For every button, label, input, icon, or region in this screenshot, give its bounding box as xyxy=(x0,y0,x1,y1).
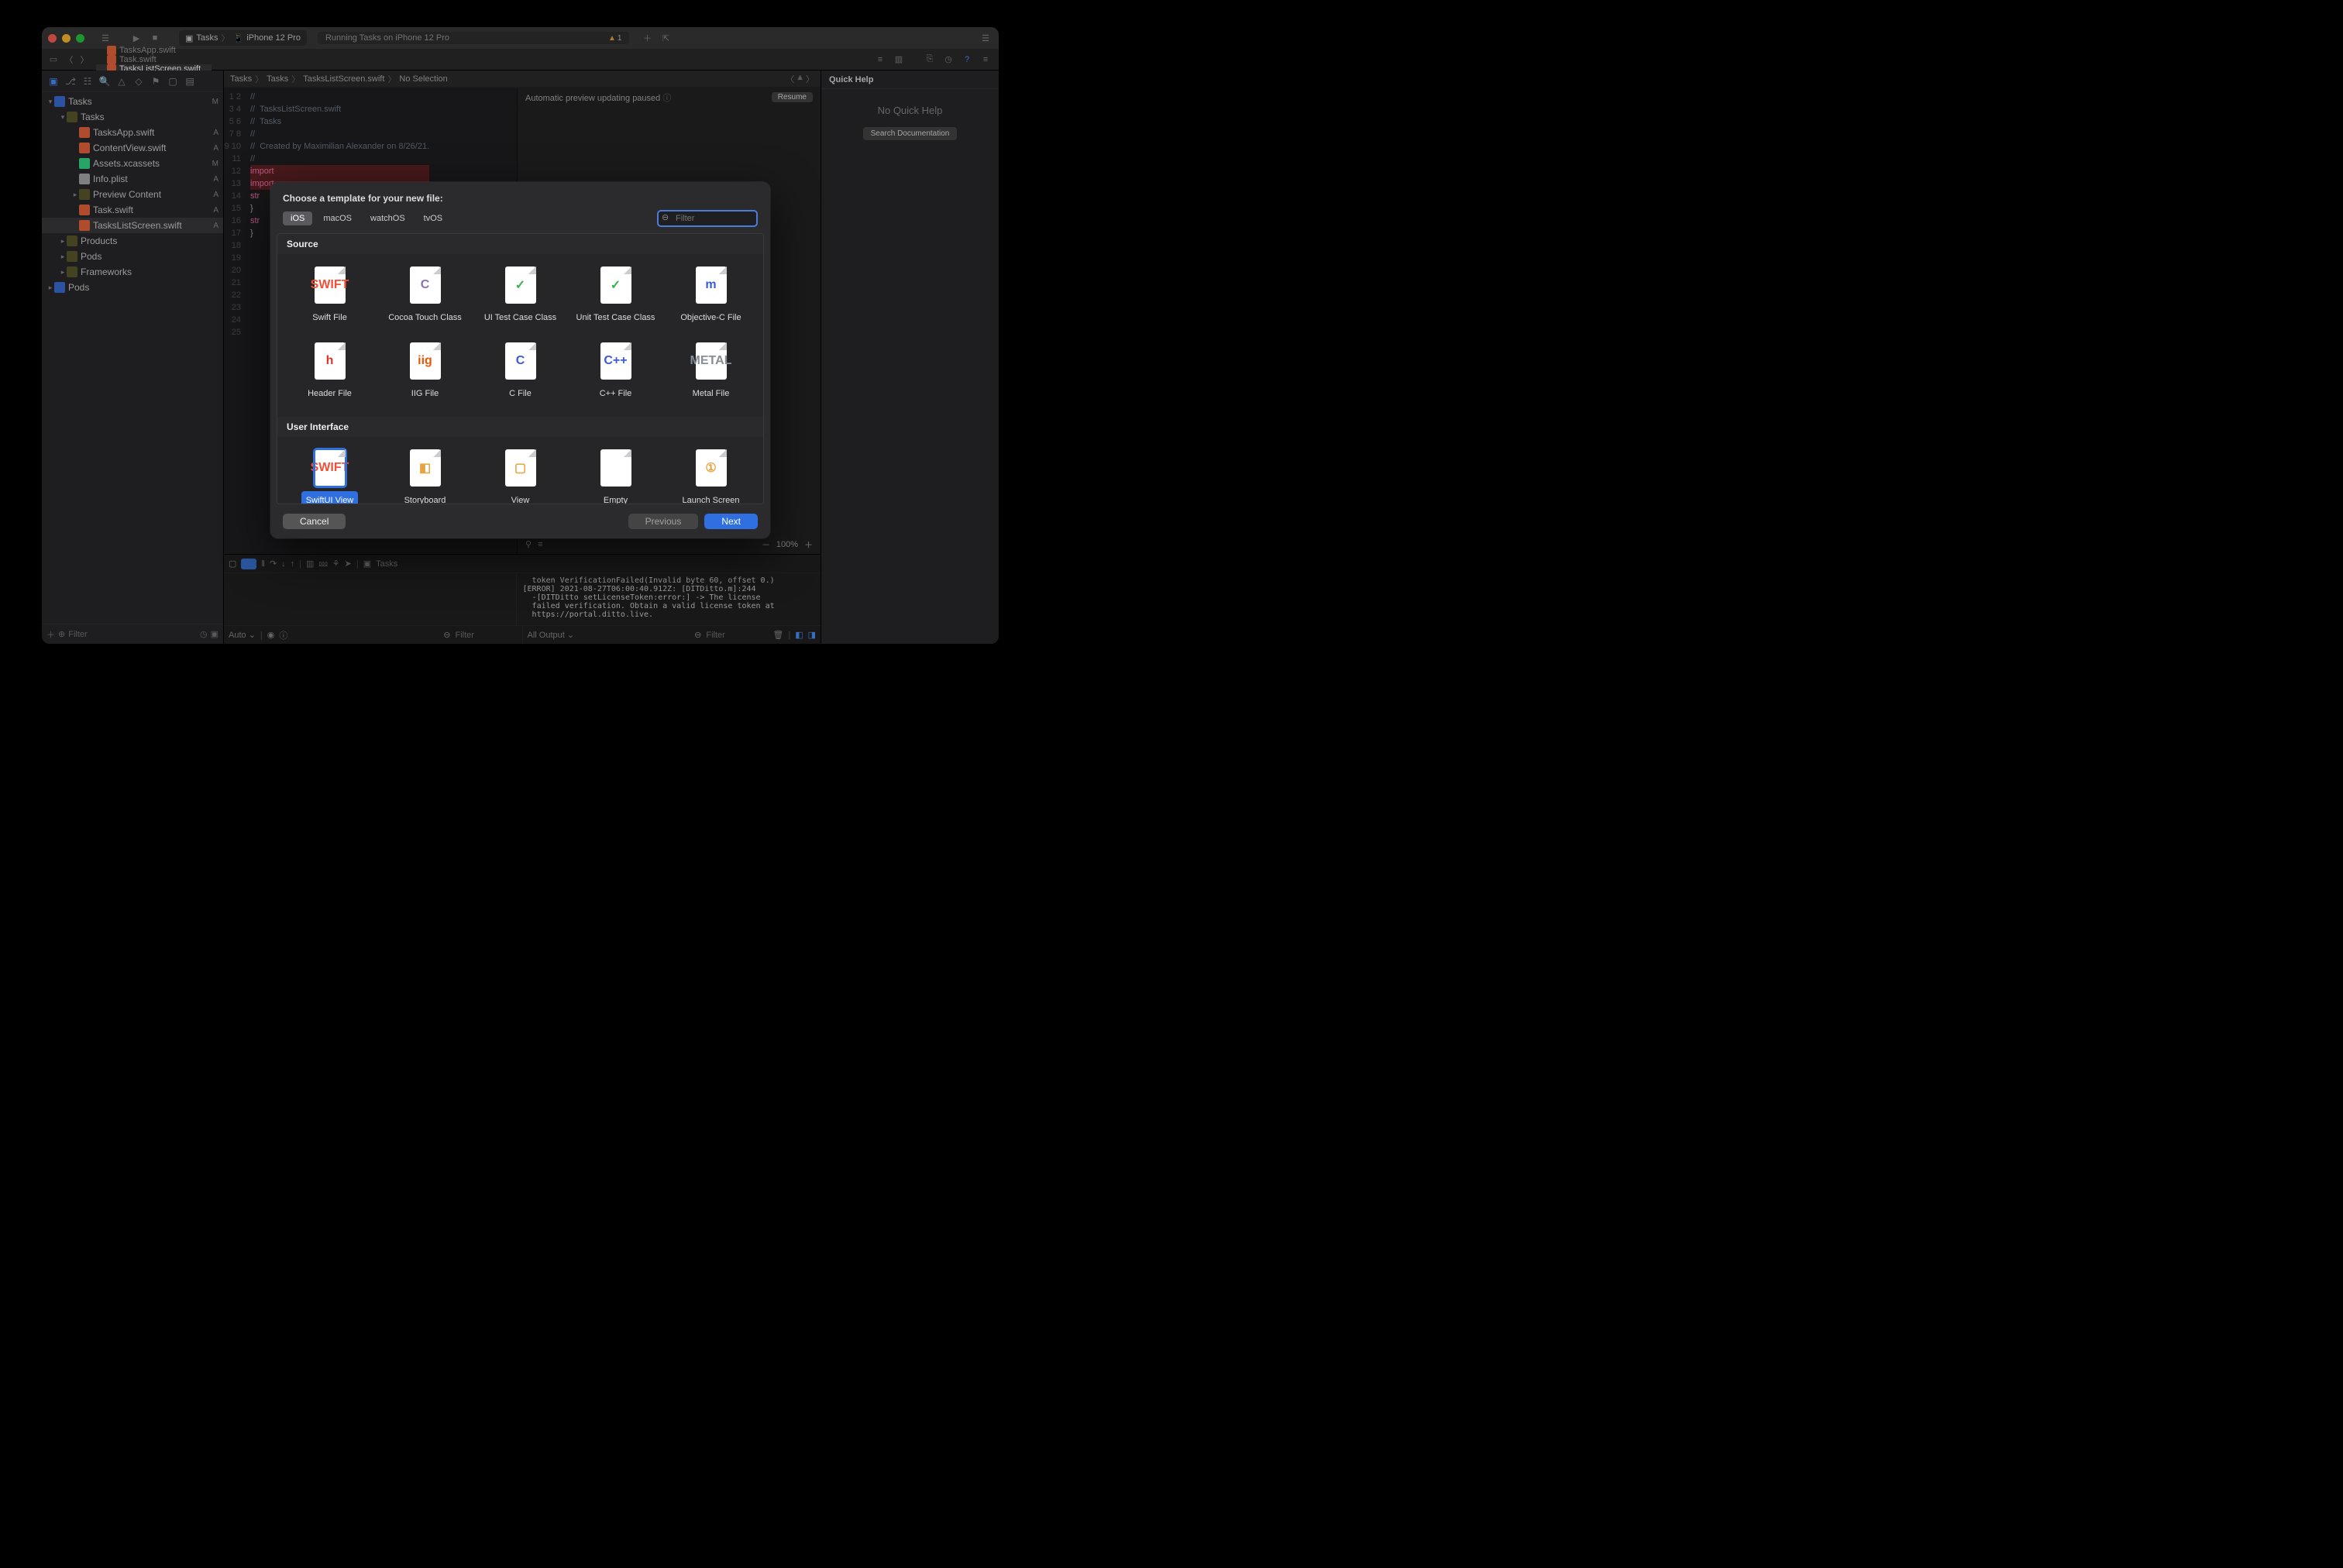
template-label: Unit Test Case Class xyxy=(576,308,655,328)
template-icon: C xyxy=(410,266,441,304)
platform-tab-bar: iOSmacOSwatchOStvOS ⊖ xyxy=(270,210,770,233)
platform-tab-watchos[interactable]: watchOS xyxy=(363,211,413,225)
platform-tab-ios[interactable]: iOS xyxy=(283,211,312,225)
template-label: View xyxy=(511,491,530,504)
template-label: Storyboard xyxy=(404,491,446,504)
filter-icon: ⊖ xyxy=(662,212,669,222)
template-item[interactable]: ✓ UI Test Case Class xyxy=(473,262,568,333)
template-label: UI Test Case Class xyxy=(484,308,556,328)
template-item[interactable]: ✓ Unit Test Case Class xyxy=(568,262,663,333)
template-icon: ✓ xyxy=(600,266,631,304)
template-item[interactable]: ① Launch Screen xyxy=(663,445,759,504)
modal-title: Choose a template for your new file: xyxy=(270,182,770,210)
template-icon: iig xyxy=(410,342,441,380)
template-label: IIG File xyxy=(411,384,439,404)
template-label: Header File xyxy=(308,384,352,404)
template-icon xyxy=(600,449,631,487)
template-label: C File xyxy=(509,384,532,404)
new-file-template-sheet: Choose a template for your new file: iOS… xyxy=(270,182,770,538)
template-icon: h xyxy=(315,342,346,380)
template-icon: ✓ xyxy=(505,266,536,304)
template-section-header: Source xyxy=(277,234,763,254)
template-icon: C xyxy=(505,342,536,380)
template-icon: m xyxy=(696,266,727,304)
template-item[interactable]: SWIFT Swift File xyxy=(282,262,377,333)
template-label: Metal File xyxy=(693,384,730,404)
template-icon: ① xyxy=(696,449,727,487)
template-icon: ◧ xyxy=(410,449,441,487)
template-icon: C++ xyxy=(600,342,631,380)
template-item[interactable]: Empty xyxy=(568,445,663,504)
xcode-window: ☰ ▶ ■ ▣Tasks〉 📱iPhone 12 Pro Running Tas… xyxy=(42,27,999,644)
next-button[interactable]: Next xyxy=(704,514,758,529)
template-item[interactable]: ◧ Storyboard xyxy=(377,445,473,504)
platform-tab-macos[interactable]: macOS xyxy=(315,211,360,225)
template-item[interactable]: SWIFT SwiftUI View xyxy=(282,445,377,504)
cancel-button[interactable]: Cancel xyxy=(283,514,346,529)
template-item[interactable]: C Cocoa Touch Class xyxy=(377,262,473,333)
template-section-header: User Interface xyxy=(277,417,763,437)
previous-button[interactable]: Previous xyxy=(628,514,699,529)
template-label: Swift File xyxy=(312,308,347,328)
template-icon: METAL xyxy=(696,342,727,380)
template-label: Objective-C File xyxy=(680,308,741,328)
platform-tab-tvos[interactable]: tvOS xyxy=(416,211,450,225)
template-icon: SWIFT xyxy=(315,449,346,487)
template-item[interactable]: C++ C++ File xyxy=(568,338,663,409)
template-item[interactable]: C C File xyxy=(473,338,568,409)
template-icon: SWIFT xyxy=(315,266,346,304)
modal-overlay: Choose a template for your new file: iOS… xyxy=(42,27,999,644)
template-label: SwiftUI View xyxy=(301,491,359,504)
template-item[interactable]: iig IIG File xyxy=(377,338,473,409)
template-filter-input[interactable] xyxy=(657,210,758,227)
template-item[interactable]: m Objective-C File xyxy=(663,262,759,333)
template-item[interactable]: METAL Metal File xyxy=(663,338,759,409)
template-label: Launch Screen xyxy=(683,491,740,504)
template-icon: ▢ xyxy=(505,449,536,487)
template-item[interactable]: h Header File xyxy=(282,338,377,409)
template-label: Empty xyxy=(604,491,628,504)
template-label: Cocoa Touch Class xyxy=(388,308,462,328)
template-item[interactable]: ▢ View xyxy=(473,445,568,504)
template-grid: Source SWIFT Swift File C Cocoa Touch Class ✓… xyxy=(277,233,764,504)
template-label: C++ File xyxy=(600,384,632,404)
